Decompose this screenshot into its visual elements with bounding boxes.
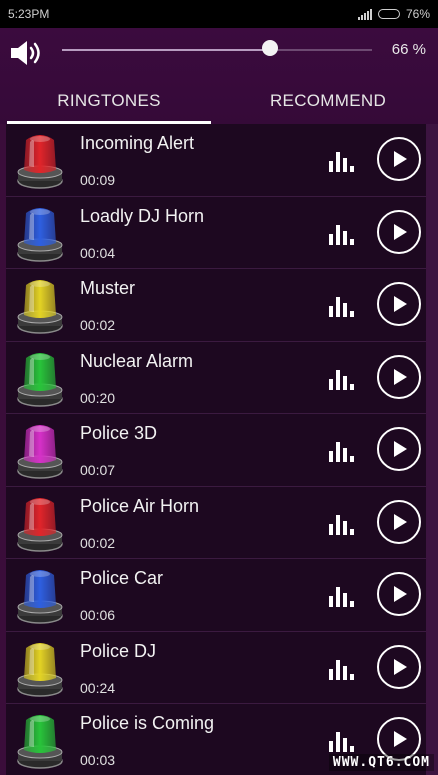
ringtone-title: Police 3D	[80, 423, 158, 443]
play-button[interactable]	[377, 644, 421, 689]
ringtone-duration: 00:07	[80, 462, 116, 478]
siren-light-icon	[17, 425, 63, 479]
list-item[interactable]: Police 3D 00:07	[6, 414, 426, 487]
play-icon	[394, 223, 407, 240]
list-item[interactable]: Muster 00:02	[6, 269, 426, 342]
ringtone-title: Nuclear Alarm	[80, 350, 194, 371]
play-button[interactable]	[377, 427, 421, 471]
equalizer-icon	[329, 224, 354, 245]
play-icon	[394, 731, 407, 747]
battery-icon	[377, 9, 400, 19]
ringtone-title: Police is Coming	[80, 713, 215, 733]
ringtone-duration: 00:02	[80, 534, 116, 551]
status-indicators: 76%	[357, 7, 430, 21]
ringtone-list: Incoming Alert 00:09 Loadly DJ Horn 00:0…	[6, 124, 426, 775]
play-button[interactable]	[377, 282, 421, 326]
ringtone-duration: 00:04	[80, 244, 116, 261]
list-item[interactable]: Nuclear Alarm 00:20	[6, 342, 426, 414]
play-button[interactable]	[377, 499, 421, 544]
play-button[interactable]	[377, 572, 421, 616]
list-item[interactable]: Loadly DJ Horn 00:04	[6, 197, 426, 269]
play-button[interactable]	[377, 354, 421, 399]
list-item[interactable]: Police DJ 00:24	[6, 632, 426, 704]
ringtone-title: Loadly DJ Horn	[80, 205, 205, 226]
watermark: WWW.QT6.COM	[328, 754, 434, 771]
ringtone-duration: 00:20	[80, 389, 116, 406]
signal-icon	[357, 8, 372, 20]
equalizer-icon	[329, 659, 354, 680]
equalizer-icon	[329, 732, 354, 752]
ringtone-duration: 00:06	[80, 607, 116, 623]
ringtone-duration: 00:09	[80, 172, 116, 188]
play-icon	[394, 368, 407, 385]
siren-light-icon	[17, 352, 63, 407]
list-item[interactable]: Police Car 00:06	[6, 559, 426, 632]
tab-ringtones[interactable]: RINGTONES	[7, 78, 211, 124]
ringtone-duration: 00:24	[80, 679, 116, 696]
ringtone-title: Incoming Alert	[80, 133, 195, 153]
siren-light-icon	[17, 497, 63, 552]
play-icon	[394, 441, 407, 457]
play-icon	[394, 296, 407, 312]
ringtone-title: Police Car	[80, 568, 164, 588]
equalizer-icon	[329, 442, 354, 462]
volume-slider[interactable]	[62, 49, 372, 51]
status-bar: 5:23PM 76%	[0, 0, 438, 28]
list-item[interactable]: Police Air Horn 00:02	[6, 487, 426, 559]
volume-slider-fill	[62, 49, 267, 51]
siren-light-icon	[17, 135, 63, 189]
scrollbar	[426, 124, 438, 775]
play-button[interactable]	[377, 137, 421, 181]
equalizer-icon	[329, 152, 354, 172]
tab-bar: RINGTONES RECOMMEND	[0, 78, 438, 124]
volume-slider-thumb[interactable]	[262, 40, 278, 56]
header: 66 % RINGTONES RECOMMEND	[0, 28, 438, 124]
ringtone-title: Police DJ	[80, 640, 157, 661]
siren-light-icon	[17, 280, 63, 334]
play-button[interactable]	[377, 209, 421, 254]
equalizer-icon	[329, 587, 354, 607]
tab-recommend[interactable]: RECOMMEND	[228, 78, 428, 124]
list-item[interactable]: Incoming Alert 00:09	[6, 124, 426, 197]
siren-light-icon	[17, 207, 63, 262]
siren-light-icon	[17, 715, 63, 769]
ringtone-duration: 00:03	[80, 752, 116, 768]
status-time: 5:23PM	[8, 7, 50, 21]
play-icon	[394, 658, 407, 675]
equalizer-icon	[329, 369, 354, 390]
ringtone-title: Police Air Horn	[80, 495, 200, 516]
battery-percent: 76%	[405, 7, 430, 21]
play-icon	[394, 513, 407, 530]
equalizer-icon	[329, 514, 354, 535]
volume-icon[interactable]	[9, 39, 45, 67]
ringtone-duration: 00:02	[80, 317, 116, 333]
play-icon	[394, 586, 407, 602]
ringtone-title: Muster	[80, 278, 136, 298]
siren-light-icon	[17, 570, 63, 624]
siren-light-icon	[17, 642, 63, 697]
volume-control: 66 %	[0, 28, 438, 78]
volume-percent: 66 %	[391, 41, 426, 58]
play-icon	[394, 151, 407, 167]
equalizer-icon	[329, 297, 354, 317]
